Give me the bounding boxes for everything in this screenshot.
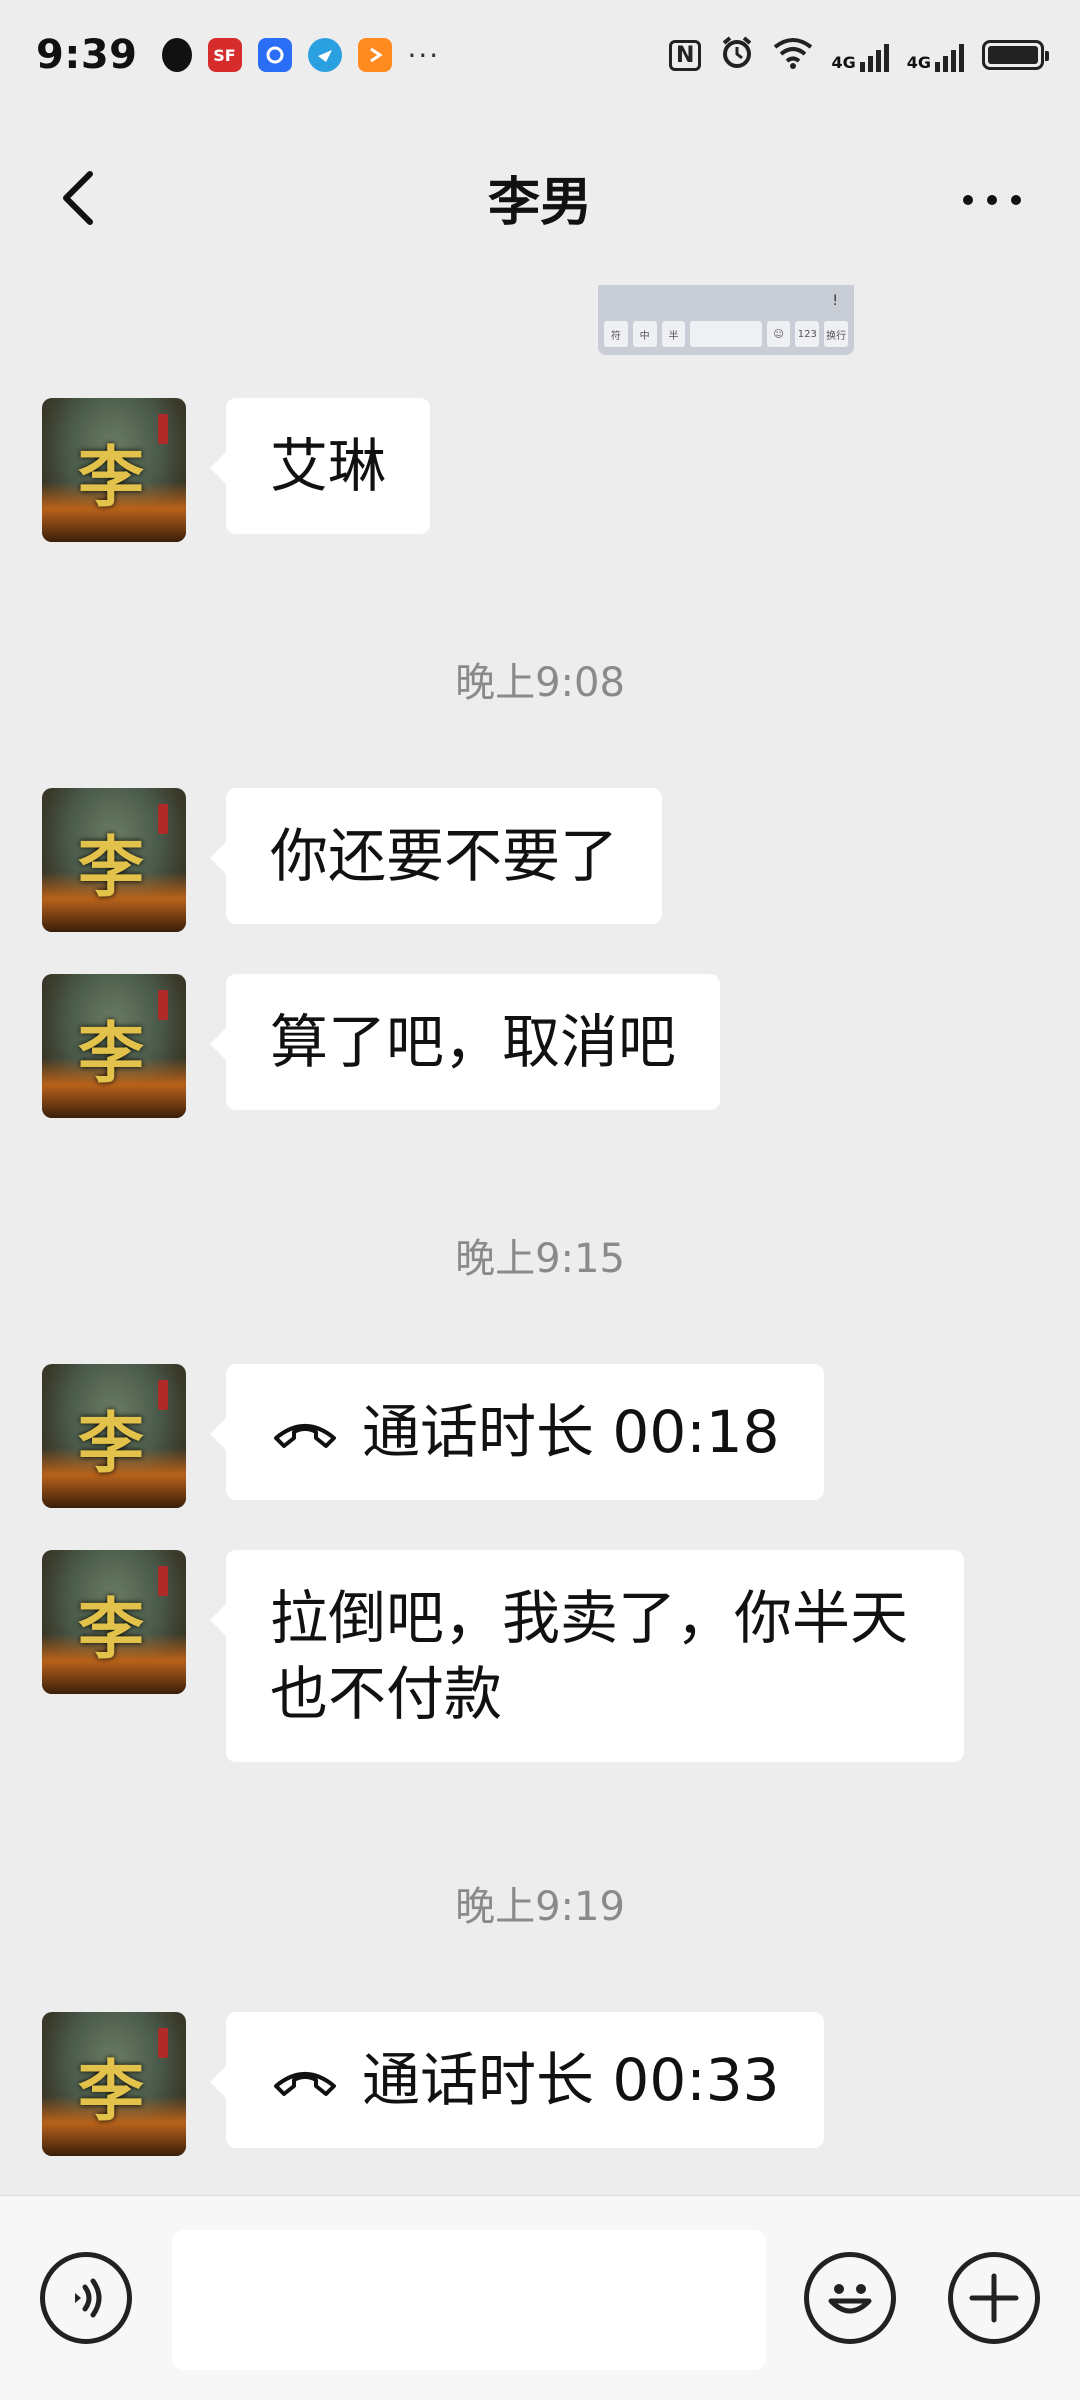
kb-key: ☺ (766, 321, 791, 347)
plus-icon (969, 2273, 1019, 2323)
avatar-glyph: 李 (78, 1014, 144, 1092)
message-bubble[interactable]: 算了吧，取消吧 (209, 974, 721, 1110)
message-text-line: 拉倒吧，我卖了，你半天 (270, 1584, 909, 1652)
qq-icon (161, 38, 192, 72)
kb-key: 半 (661, 321, 686, 347)
status-time: 9:39 (36, 32, 138, 78)
voice-button[interactable] (40, 2252, 132, 2344)
blue-app-icon (257, 38, 292, 72)
sf-express-icon: SF (207, 38, 242, 72)
message-list[interactable]: ! 符 中 半 ☺ 123 换行 李 艾琳 晚上9:08 李 你还要不要了 李 … (0, 285, 1080, 2195)
avatar[interactable]: 李 (42, 2012, 186, 2156)
avatar-glyph: 李 (78, 1590, 144, 1668)
message-text: 艾琳 (270, 432, 387, 500)
avatar[interactable]: 李 (42, 974, 186, 1118)
avatar-glyph: 李 (78, 1404, 144, 1482)
message-row: 李 艾琳 (42, 398, 431, 542)
kb-space-key (690, 321, 762, 347)
voice-icon (75, 2278, 102, 2318)
avatar-glyph: 李 (78, 2052, 144, 2130)
keyboard-screenshot-image[interactable]: ! 符 中 半 ☺ 123 换行 (598, 285, 854, 355)
battery-icon (982, 40, 1049, 70)
call-bubble[interactable]: 通话时长 00:33 (210, 2012, 824, 2148)
message-input[interactable] (172, 2230, 766, 2370)
more-notifications: ··· (407, 38, 441, 72)
network-type-1: 4G (831, 53, 856, 72)
back-button[interactable] (52, 168, 112, 228)
timestamp: 晚上9:15 (455, 1236, 625, 1282)
call-bubble[interactable]: 通话时长 00:18 (210, 1364, 824, 1500)
call-duration-text: 通话时长 00:33 (362, 2046, 780, 2114)
kb-key: 中 (632, 321, 657, 347)
message-row: 李 你还要不要了 (42, 788, 663, 932)
keyboard-row: 符 中 半 ☺ 123 换行 (604, 321, 849, 347)
more-dots-icon (963, 195, 973, 205)
kb-key: 符 (604, 321, 628, 347)
keyboard-top-label: ! (832, 293, 838, 309)
nfc-icon: N (669, 39, 702, 71)
phone-hangup-icon (274, 2072, 336, 2096)
call-duration-text: 通话时长 00:18 (362, 1398, 780, 1466)
avatar[interactable]: 李 (42, 1550, 186, 1694)
chat-screen: 9:39 SF ··· N 4G 4G 李男 ! 符 中 半 ☺ 123 换行 … (0, 0, 1080, 2400)
message-bubble[interactable]: 拉倒吧，我卖了，你半天 也不付款 (210, 1550, 964, 1762)
chat-header: 李男 (0, 110, 1080, 285)
kb-key: 123 (795, 321, 820, 347)
signal-1: 4G (831, 38, 889, 72)
status-left: 9:39 SF ··· (36, 32, 440, 78)
play-app-icon (357, 38, 392, 72)
avatar[interactable]: 李 (42, 788, 186, 932)
emoji-icon (828, 2284, 872, 2314)
input-bar (0, 2195, 1080, 2400)
message-text: 你还要不要了 (270, 822, 619, 890)
plus-button[interactable] (948, 2252, 1040, 2344)
timestamp: 晚上9:08 (455, 660, 625, 706)
message-text: 算了吧，取消吧 (270, 1008, 677, 1076)
emoji-button[interactable] (804, 2252, 896, 2344)
network-type-2: 4G (906, 53, 931, 72)
message-bubble[interactable]: 艾琳 (209, 398, 431, 534)
timestamp: 晚上9:19 (455, 1884, 625, 1930)
chevron-left-icon (63, 171, 93, 225)
kb-key: 换行 (824, 321, 849, 347)
message-row: 李 拉倒吧，我卖了，你半天 也不付款 (42, 1550, 964, 1762)
phone-hangup-icon (274, 1424, 336, 1448)
signal-2: 4G (907, 38, 964, 72)
status-right: N 4G 4G (669, 35, 1049, 75)
avatar[interactable]: 李 (42, 398, 186, 542)
message-text-line: 也不付款 (270, 1660, 503, 1728)
avatar[interactable]: 李 (42, 1364, 186, 1508)
status-bar: 9:39 SF ··· N 4G 4G (0, 0, 1080, 110)
message-row: 李 通话时长 00:18 (42, 1364, 824, 1508)
globe-app-icon (307, 38, 342, 72)
message-row: 李 算了吧，取消吧 (42, 974, 721, 1118)
message-bubble[interactable]: 你还要不要了 (209, 788, 663, 924)
chat-title: 李男 (487, 173, 592, 233)
more-button[interactable] (952, 180, 1032, 220)
alarm-icon (719, 35, 755, 75)
wifi-icon (773, 37, 813, 73)
avatar-glyph: 李 (78, 828, 144, 906)
message-row: 李 通话时长 00:33 (42, 2012, 824, 2156)
avatar-glyph: 李 (78, 438, 144, 516)
